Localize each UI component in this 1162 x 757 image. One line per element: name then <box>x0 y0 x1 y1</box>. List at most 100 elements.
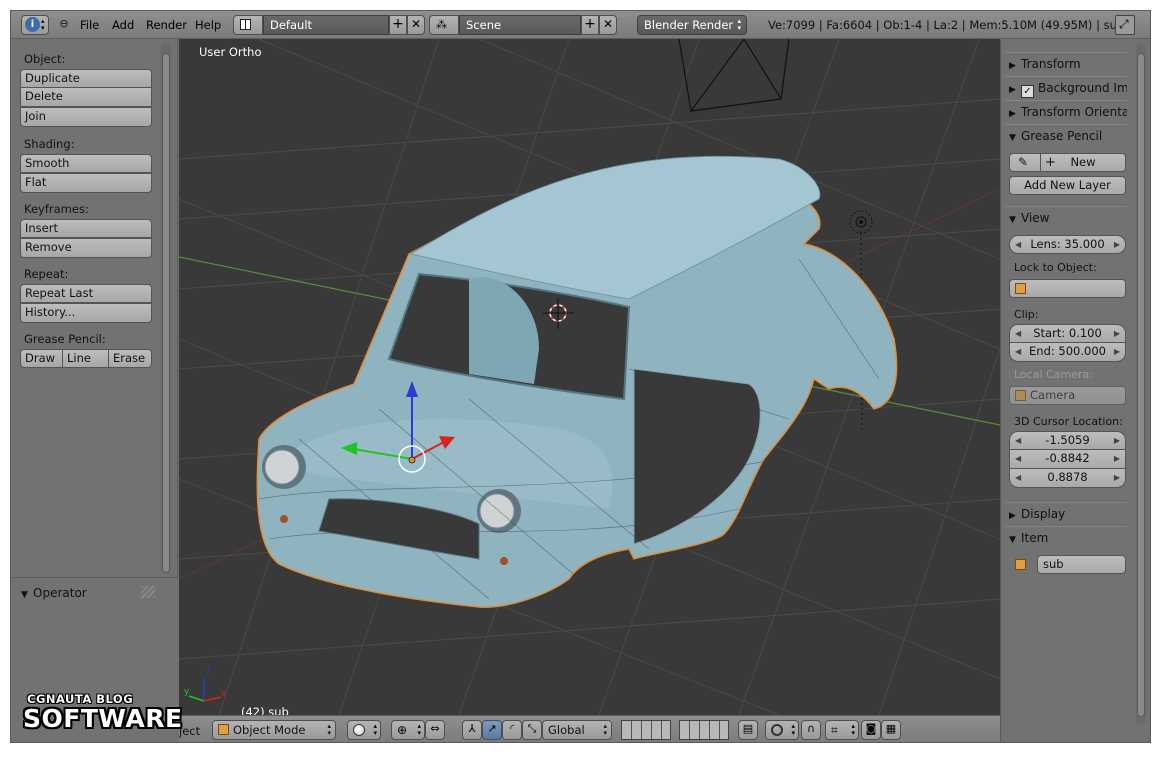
chevron-left-icon[interactable]: ◀ <box>1015 450 1021 467</box>
add-scene-icon[interactable]: + <box>581 15 599 35</box>
item-panel-header[interactable]: ▼ Item <box>1005 526 1127 548</box>
chevron-left-icon[interactable]: ◀ <box>1015 236 1021 253</box>
lock-to-object-field[interactable] <box>1009 279 1126 298</box>
triangle-down-icon: ▼ <box>1009 535 1016 545</box>
chevron-right-icon[interactable]: ▶ <box>1114 432 1120 449</box>
menu-file[interactable]: File <box>80 18 99 32</box>
cursor-z-field[interactable]: ◀ 0.8878 ▶ <box>1009 469 1126 488</box>
fullscreen-toggle-icon[interactable]: ⤢ <box>1115 15 1135 35</box>
scene-browse-button[interactable]: ⁂ <box>429 15 459 35</box>
cursor-y-value: -0.8842 <box>1045 451 1090 465</box>
chevron-left-icon[interactable]: ◀ <box>1015 343 1021 360</box>
snap-element-dropdown[interactable]: ⌗ ▴ ▾ <box>825 720 859 740</box>
chevron-left-icon[interactable]: ◀ <box>1015 325 1021 342</box>
render-engine-dropdown[interactable]: Blender Render ▴ ▾ <box>637 15 747 35</box>
operator-label: Operator <box>33 586 87 600</box>
menu-add[interactable]: Add <box>112 18 134 32</box>
scale-manipulator-icon[interactable]: ⤡ <box>522 720 542 740</box>
rotate-manipulator-icon[interactable]: ◜ <box>502 720 522 740</box>
grease-draw-button[interactable]: Draw <box>20 349 63 368</box>
transform-orientations-label: Transform Orientati <box>1021 105 1127 119</box>
layout-browse-button[interactable] <box>233 15 263 35</box>
grease-pencil-panel-header[interactable]: ▼ Grease Pencil <box>1005 124 1127 146</box>
collapse-menu-icon[interactable]: ⊖ <box>55 16 73 34</box>
lens-field[interactable]: ◀ Lens: 35.000 ▶ <box>1009 235 1126 254</box>
grease-line-button[interactable]: Line <box>63 349 109 368</box>
insert-keyframe-button[interactable]: Insert <box>20 219 152 238</box>
chevron-right-icon[interactable]: ▶ <box>1114 236 1120 253</box>
checkbox-checked-icon[interactable]: ✓ <box>1021 85 1034 98</box>
manipulate-center-icon[interactable]: ⇔ <box>425 720 445 740</box>
tool-shelf-scroll-thumb[interactable] <box>162 53 170 573</box>
repeat-last-button[interactable]: Repeat Last <box>20 284 152 303</box>
background-images-panel-header[interactable]: ▶ ✓ Background Ima <box>1005 76 1127 98</box>
chevron-right-icon[interactable]: ▶ <box>1114 469 1120 486</box>
local-camera-field[interactable]: Camera <box>1009 386 1126 405</box>
lock-layers-icon[interactable]: ▤ <box>738 720 758 740</box>
3d-viewport[interactable]: z y x User Ortho (42) sub <box>179 39 1000 715</box>
item-name-field[interactable]: sub <box>1037 555 1126 574</box>
triangle-right-icon: ▶ <box>1009 109 1016 119</box>
editor-type-button[interactable]: i ▴ ▾ <box>21 15 49 35</box>
history-button[interactable]: History... <box>20 303 152 323</box>
shading-section-label: Shading: <box>24 137 75 151</box>
transform-panel-header[interactable]: ▶ Transform <box>1005 52 1127 74</box>
proportional-edit-dropdown[interactable]: ▴ ▾ <box>765 720 799 740</box>
mode-dropdown[interactable]: Object Mode ▴ ▾ <box>212 720 336 740</box>
transform-orientation-dropdown[interactable]: Global ▴ ▾ <box>542 720 612 740</box>
chevron-right-icon[interactable]: ▶ <box>1114 325 1120 342</box>
close-scene-icon[interactable]: ✕ <box>599 15 617 35</box>
triangle-right-icon: ▶ <box>1009 61 1016 71</box>
chevron-updown-icon: ▴ ▾ <box>791 722 795 737</box>
scene-layers-group-2[interactable] <box>679 720 729 740</box>
chevron-left-icon[interactable]: ◀ <box>1015 469 1021 486</box>
pencil-icon[interactable]: ✎ <box>1009 153 1041 172</box>
drag-grip-icon[interactable] <box>141 586 155 598</box>
render-camera-icon[interactable]: ◙ <box>861 720 881 740</box>
menu-help[interactable]: Help <box>195 18 221 32</box>
display-panel-header[interactable]: ▶ Display <box>1005 502 1127 524</box>
snap-magnet-icon[interactable]: ∩ <box>801 720 821 740</box>
chevron-right-icon[interactable]: ▶ <box>1114 343 1120 360</box>
grease-erase-button[interactable]: Erase <box>109 349 152 368</box>
chevron-updown-icon: ▴ ▾ <box>327 722 331 737</box>
viewport-shading-dropdown[interactable]: ▴ ▾ <box>347 720 381 740</box>
delete-button[interactable]: Delete <box>20 88 152 107</box>
properties-scroll-thumb[interactable] <box>1137 53 1145 717</box>
duplicate-button[interactable]: Duplicate <box>20 69 152 88</box>
close-layout-icon[interactable]: ✕ <box>407 15 425 35</box>
manipulator-toggle-icon[interactable]: ⅄ <box>462 720 482 740</box>
car-body-mesh[interactable] <box>256 155 898 608</box>
tool-shelf: Object: Duplicate Delete Join Shading: S… <box>11 39 178 742</box>
chevron-updown-icon: ▴ ▾ <box>851 722 855 737</box>
watermark-line2: SOFTWARE <box>23 704 183 733</box>
translate-manipulator-icon[interactable]: ↗ <box>482 720 502 740</box>
operator-panel-header[interactable]: ▼ Operator <box>21 586 87 600</box>
remove-keyframe-button[interactable]: Remove <box>20 238 152 258</box>
chevron-left-icon[interactable]: ◀ <box>1015 432 1021 449</box>
grease-pencil-new-button[interactable]: + New <box>1041 153 1126 172</box>
cursor-location-label: 3D Cursor Location: <box>1014 415 1123 428</box>
menu-render[interactable]: Render <box>146 18 187 32</box>
add-layout-icon[interactable]: + <box>389 15 407 35</box>
transform-orientations-panel-header[interactable]: ▶ Transform Orientati <box>1005 100 1127 122</box>
add-new-layer-button[interactable]: Add New Layer <box>1009 176 1126 195</box>
render-animation-icon[interactable]: ▦ <box>881 720 901 740</box>
smooth-shading-button[interactable]: Smooth <box>20 154 152 173</box>
join-button[interactable]: Join <box>20 107 152 127</box>
layout-name-field[interactable]: Default <box>263 15 389 35</box>
view-panel-header[interactable]: ▼ View <box>1005 206 1127 228</box>
new-label: New <box>1070 155 1096 169</box>
flat-shading-button[interactable]: Flat <box>20 173 152 193</box>
cursor-y-field[interactable]: ◀ -0.8842 ▶ <box>1009 450 1126 469</box>
scene-layers-group-1[interactable] <box>621 720 671 740</box>
clip-start-field[interactable]: ◀ Start: 0.100 ▶ <box>1009 324 1126 343</box>
clip-end-field[interactable]: ◀ End: 500.000 ▶ <box>1009 343 1126 362</box>
scene-name-field[interactable]: Scene <box>459 15 581 35</box>
pivot-point-dropdown[interactable]: ⊕ ▴ ▾ <box>391 720 425 740</box>
lock-to-object-label: Lock to Object: <box>1014 261 1097 274</box>
chevron-updown-icon: ▴ ▾ <box>373 722 377 737</box>
chevron-right-icon[interactable]: ▶ <box>1114 450 1120 467</box>
cursor-x-field[interactable]: ◀ -1.5059 ▶ <box>1009 431 1126 450</box>
transform-label: Transform <box>1021 57 1081 71</box>
